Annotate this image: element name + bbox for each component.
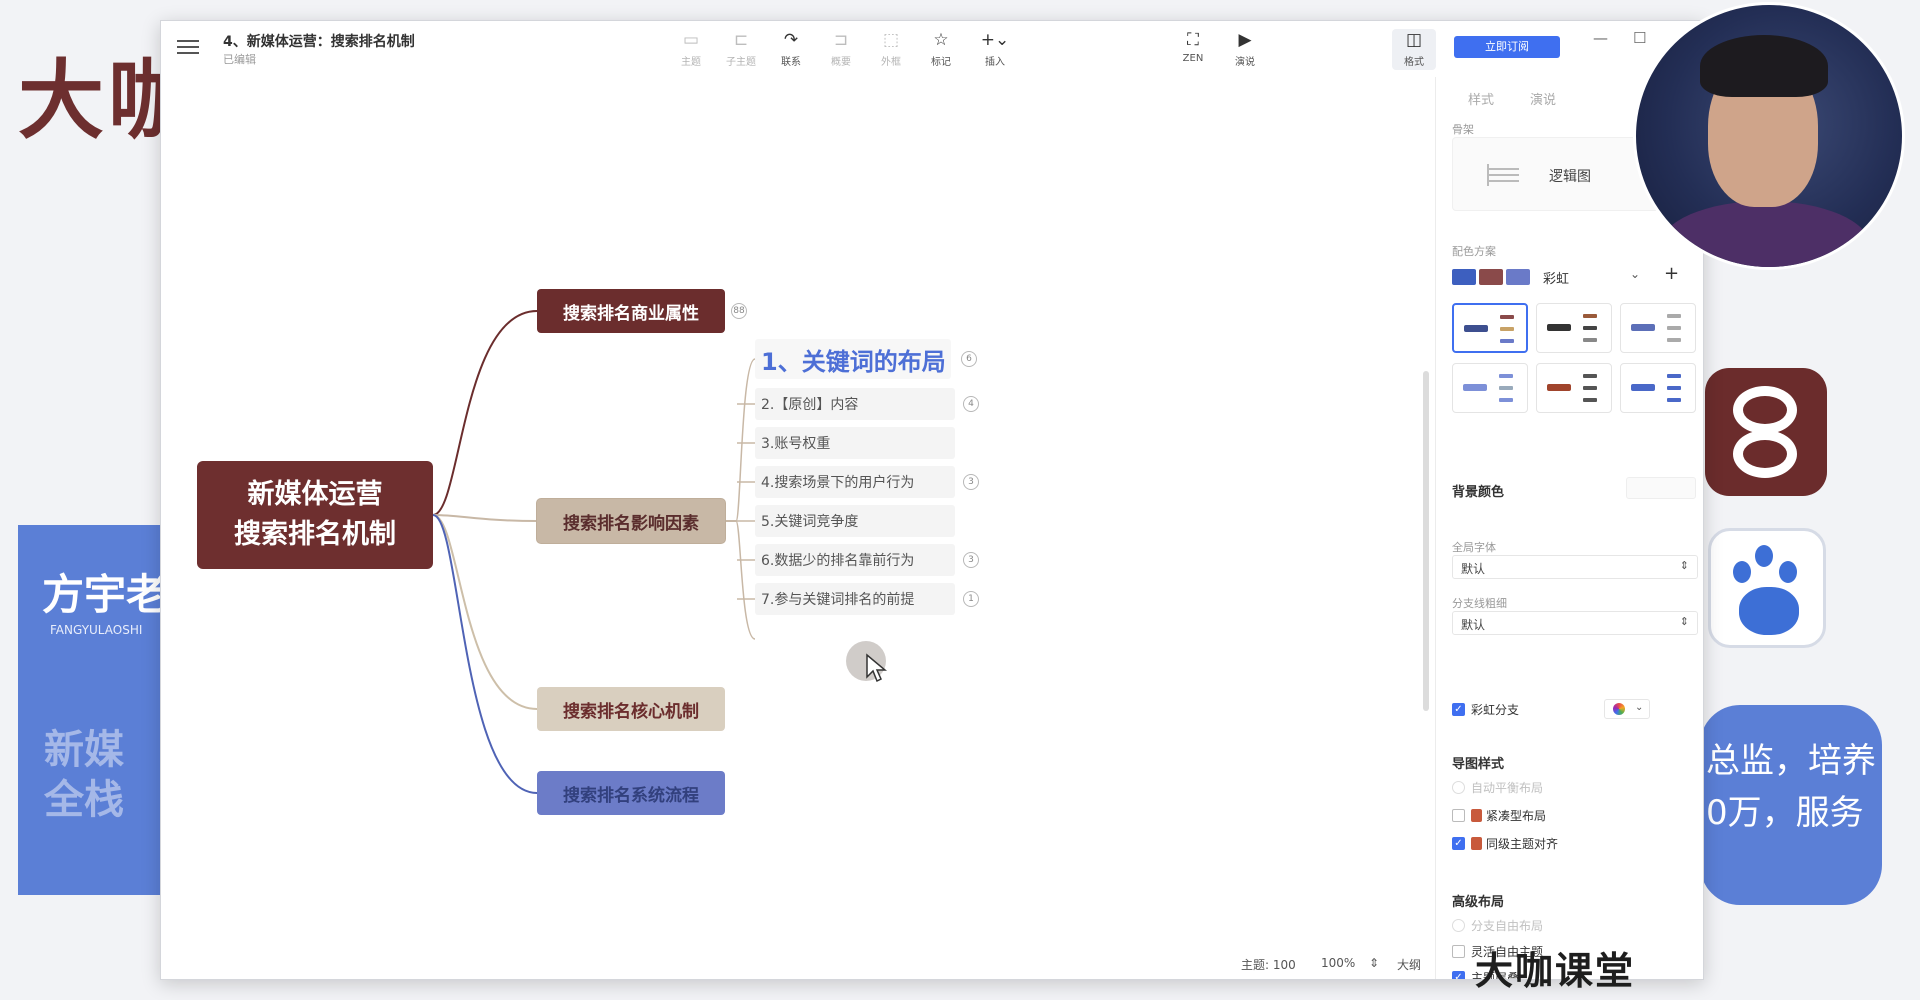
app-logo-icon (1705, 368, 1827, 496)
maximize-icon[interactable]: ☐ (1633, 29, 1646, 47)
pointer-icon (866, 653, 887, 683)
document-title: 4、新媒体运营：搜索排名机制 (223, 34, 415, 50)
teacher-tagline: 新媒 全栈 (44, 727, 124, 823)
auto-balance-checkbox[interactable]: 自动平衡布局 (1452, 779, 1543, 796)
color-scheme-select[interactable]: 彩虹 ⌄ (1452, 263, 1698, 291)
tool-format[interactable]: ◫ 格式 (1392, 29, 1436, 70)
theme-thumbnail[interactable] (1536, 363, 1612, 413)
tool-zen[interactable]: ⛶ ZEN (1171, 29, 1215, 64)
collapse-count[interactable]: 1 (963, 591, 979, 607)
tool-topic[interactable]: ▭ 主题 (669, 29, 713, 68)
subtopic[interactable]: 5.关键词竞争度 (755, 505, 955, 537)
color-scheme-label: 配色方案 (1452, 245, 1496, 258)
webcam-overlay (1633, 2, 1905, 270)
tool-present[interactable]: ▶ 演说 (1223, 29, 1267, 68)
minimize-icon[interactable]: — (1593, 29, 1608, 47)
intro-pill: 总监，培养 0万，服务 (1700, 705, 1882, 905)
collapse-count[interactable]: 6 (961, 351, 977, 367)
tool-summary[interactable]: ⊐ 概要 (819, 29, 863, 68)
brand-watermark: 大咖课堂 (1475, 949, 1636, 993)
toolbar: 4、新媒体运营：搜索排名机制 已编辑 ▭ 主题 ⊏ 子主题 ↷ 联系 ⊐ 概要 … (161, 21, 1703, 77)
format-panel-icon: ◫ (1405, 30, 1423, 50)
subtopic[interactable]: 1、关键词的布局 (755, 339, 951, 379)
tool-subtopic[interactable]: ⊏ 子主题 (719, 29, 763, 68)
branch-collapse-count[interactable]: 88 (731, 303, 747, 319)
theme-thumbnail[interactable] (1620, 363, 1696, 413)
panel-tabs: 样式 演说 (1450, 85, 1574, 112)
theme-thumbnail[interactable] (1620, 303, 1696, 353)
collapse-count[interactable]: 3 (963, 474, 979, 490)
summary-icon: ⊐ (833, 30, 849, 50)
tool-boundary[interactable]: ⬚ 外框 (869, 29, 913, 68)
topic-icon: ▭ (682, 30, 700, 50)
star-icon: ☆ (933, 30, 949, 50)
branch-topic-flow[interactable]: 搜索排名系统流程 (537, 771, 725, 815)
zoom-control[interactable]: 100% (1321, 956, 1355, 970)
outline-button[interactable]: 大纲 (1397, 956, 1421, 973)
subtopic[interactable]: 7.参与关键词排名的前提 (755, 583, 955, 615)
vertical-scrollbar[interactable] (1423, 371, 1429, 711)
branch-topic-factors[interactable]: 搜索排名影响因素 (537, 499, 725, 543)
theme-thumbnail[interactable] (1452, 303, 1528, 353)
branch-width-label: 分支线粗细 (1452, 597, 1507, 610)
menu-icon[interactable] (177, 37, 199, 57)
present-icon: ▶ (1238, 30, 1252, 50)
subtopic[interactable]: 2.【原创】内容 (755, 388, 955, 420)
app-window: 4、新媒体运营：搜索排名机制 已编辑 ▭ 主题 ⊏ 子主题 ↷ 联系 ⊐ 概要 … (160, 20, 1704, 980)
branch-width-select[interactable]: 默认 ⇕ (1452, 611, 1698, 635)
updown-icon: ⇕ (1679, 615, 1689, 628)
teacher-card: 方宇老 FANGYULAOSHI 新媒 全栈 (18, 525, 178, 895)
free-branch-checkbox[interactable]: 分支自由布局 (1452, 917, 1543, 934)
tab-present[interactable]: 演说 (1512, 85, 1574, 112)
subtopic-icon: ⊏ (733, 30, 749, 50)
boundary-icon: ⬚ (882, 30, 900, 50)
advanced-layout-label: 高级布局 (1452, 895, 1505, 910)
map-style-label: 导图样式 (1452, 757, 1505, 772)
zoom-stepper-icon[interactable]: ⇕ (1369, 956, 1379, 970)
logic-chart-icon (1487, 164, 1531, 186)
chevron-down-icon: ⌄ (1630, 267, 1641, 281)
document-status: 已编辑 (223, 53, 256, 66)
tool-insert[interactable]: +⌄ 插入 (973, 29, 1017, 68)
branch-topic-commercial[interactable]: 搜索排名商业属性 (537, 289, 725, 333)
background-color-label: 背景颜色 (1452, 485, 1505, 500)
mindmap-canvas[interactable]: 新媒体运营 搜索排名机制 搜索排名商业属性 88 搜索排名影响因素 搜索排名核心… (161, 77, 1435, 979)
font-select[interactable]: 默认 ⇕ (1452, 555, 1698, 579)
tool-relationship[interactable]: ↷ 联系 (769, 29, 813, 68)
subtopic[interactable]: 3.账号权重 (755, 427, 955, 459)
collapse-count[interactable]: 4 (963, 396, 979, 412)
subtopic[interactable]: 6.数据少的排名靠前行为 (755, 544, 955, 576)
central-topic[interactable]: 新媒体运营 搜索排名机制 (197, 461, 433, 569)
theme-thumbnail[interactable] (1536, 303, 1612, 353)
rainbow-color-picker[interactable]: ⌄ (1604, 699, 1650, 719)
plus-icon: +⌄ (980, 30, 1010, 50)
compact-layout-checkbox[interactable]: 紧凑型布局 (1452, 807, 1546, 824)
relationship-icon: ↷ (783, 30, 799, 50)
subtopic[interactable]: 4.搜索场景下的用户行为 (755, 466, 955, 498)
tab-style[interactable]: 样式 (1450, 85, 1512, 112)
font-label: 全局字体 (1452, 541, 1496, 554)
tool-marker[interactable]: ☆ 标记 (919, 29, 963, 68)
teacher-name: 方宇老 (42, 570, 169, 619)
branch-topic-core[interactable]: 搜索排名核心机制 (537, 687, 725, 731)
fullscreen-icon: ⛶ (1187, 30, 1199, 50)
updown-icon: ⇕ (1679, 559, 1689, 572)
structure-label: 骨架 (1452, 123, 1474, 136)
theme-thumbnail[interactable] (1452, 363, 1528, 413)
teacher-name-en: FANGYULAOSHI (50, 623, 143, 637)
collapse-count[interactable]: 3 (963, 552, 979, 568)
subscribe-button[interactable]: 立即订阅 (1454, 36, 1560, 58)
topic-count: 主题: 100 (1241, 958, 1296, 972)
rainbow-branch-checkbox[interactable]: ✓ 彩虹分支 (1452, 701, 1519, 718)
background-color-picker[interactable] (1626, 477, 1696, 499)
baidu-paw-icon (1708, 528, 1826, 648)
align-topics-checkbox[interactable]: ✓ 同级主题对齐 (1452, 835, 1558, 852)
